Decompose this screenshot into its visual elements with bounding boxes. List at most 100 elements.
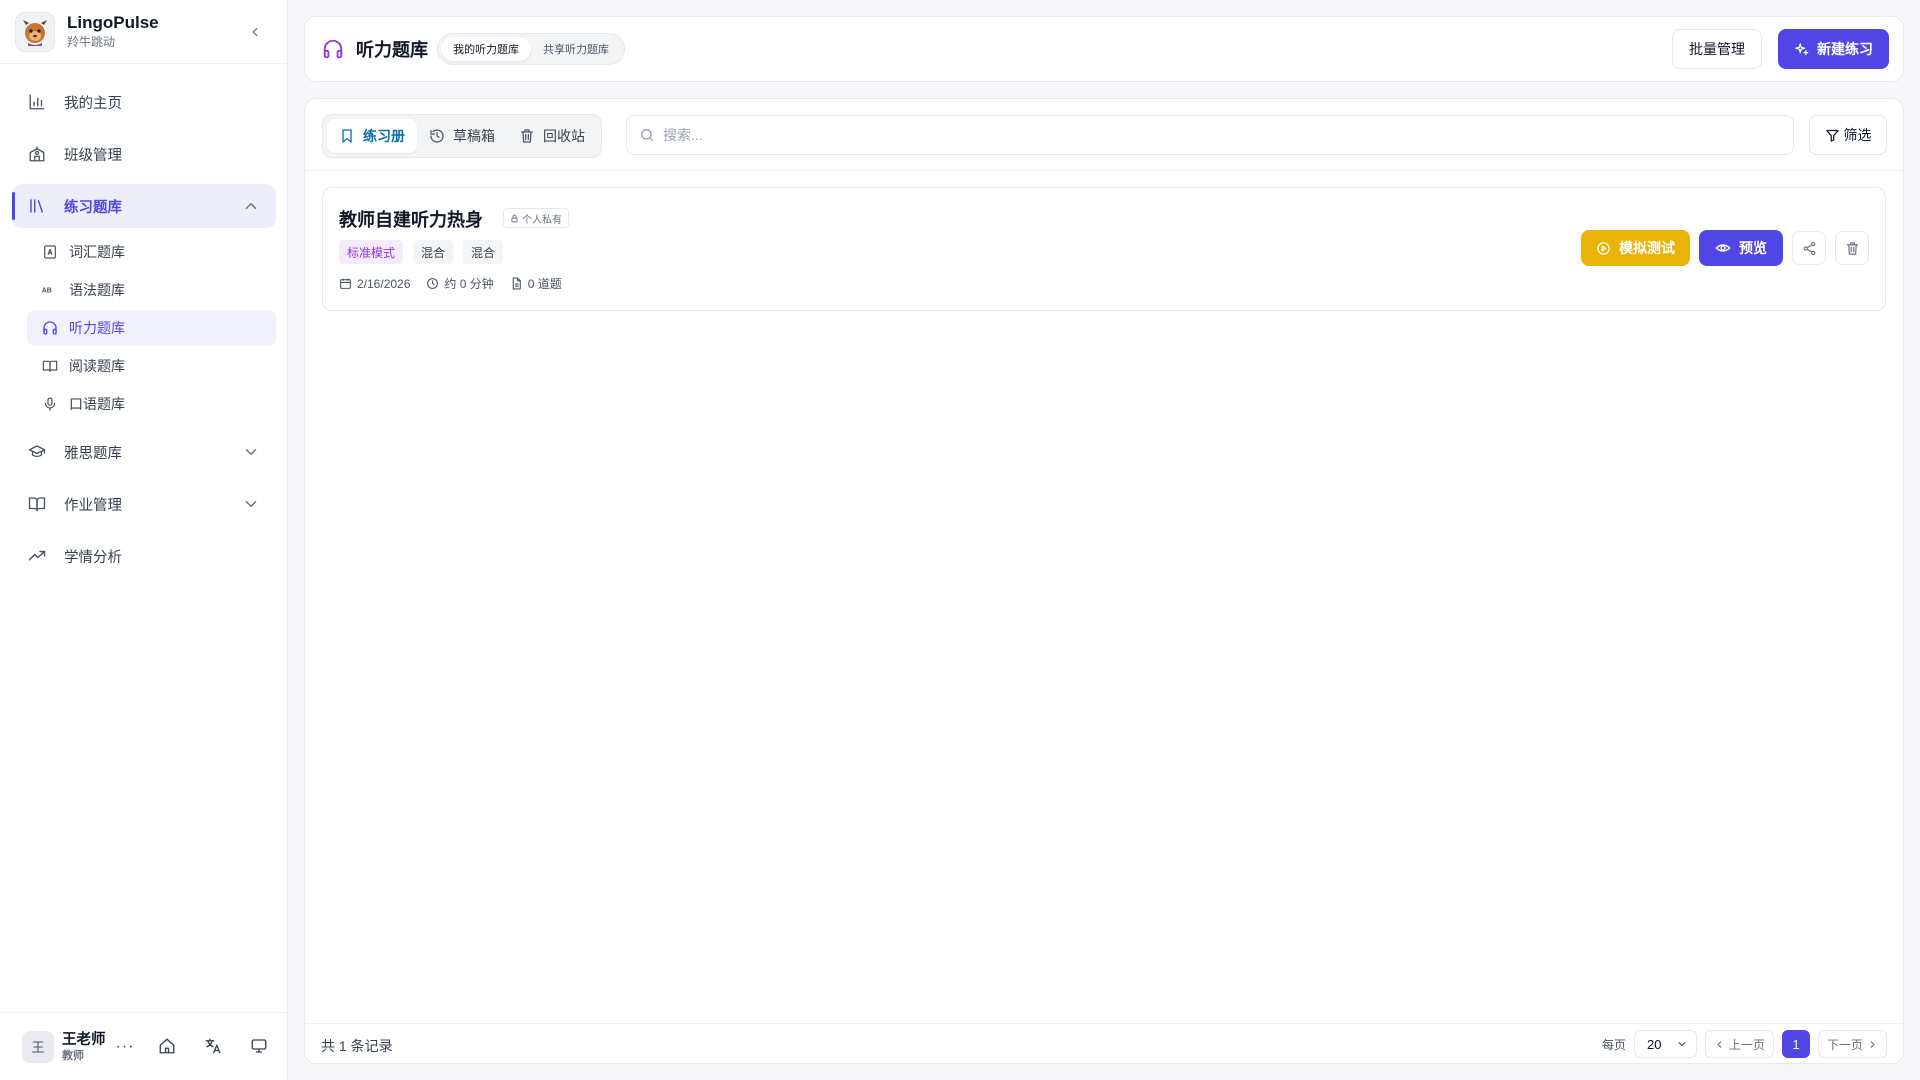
file-text-icon (510, 277, 523, 290)
exercise-meta: 2/16/2026 约 0 分钟 0 道题 (339, 275, 562, 292)
type-tag: 混合 (413, 240, 454, 264)
visibility-badge: 个人私有 (503, 208, 569, 228)
sidebar-item-label: 作业管理 (64, 497, 122, 514)
preview-label: 预览 (1739, 240, 1767, 256)
sparkles-icon (1794, 42, 1809, 57)
exercise-card[interactable]: 教师自建听力热身 个人私有 标准模式 混合 混合 2/16/2026 约 0 分… (322, 187, 1886, 311)
delete-button[interactable] (1835, 231, 1869, 265)
total-records: 共 1 条记录 (321, 1038, 393, 1054)
mode-tag: 标准模式 (339, 240, 404, 264)
lock-icon (510, 214, 519, 223)
page-title: 听力题库 (356, 40, 428, 60)
brand-logo (15, 11, 55, 52)
avatar[interactable]: 王 (22, 1030, 54, 1063)
brand-name: LingoPulse (67, 13, 159, 32)
eye-icon (1715, 240, 1731, 256)
chevron-up-icon (242, 197, 260, 215)
sidebar-subitem-listening[interactable]: 听力题库 (27, 310, 276, 346)
exercise-tags: 标准模式 混合 混合 (339, 240, 504, 264)
search-input[interactable] (663, 127, 1763, 143)
status-tabs: 练习册 草稿箱 回收站 (322, 114, 602, 158)
microphone-icon (41, 395, 59, 413)
sidebar-item-practice-bank[interactable]: 练习题库 (12, 184, 276, 228)
per-page-select[interactable]: 20 (1633, 1030, 1697, 1058)
questions-text: 0 道题 (527, 277, 562, 291)
sidebar-item-analytics[interactable]: 学情分析 (12, 534, 276, 578)
book-open-icon (26, 493, 48, 515)
segment-shared-listening-bank[interactable]: 共享听力题库 (531, 37, 621, 61)
chevron-down-icon (242, 495, 260, 513)
play-circle-icon (1596, 241, 1611, 256)
sidebar-subitem-reading[interactable]: 阅读题库 (27, 348, 276, 384)
prev-page-button[interactable]: 上一页 (1704, 1030, 1774, 1058)
monitor-icon[interactable] (250, 1037, 270, 1057)
sidebar-nav: 我的主页 班级管理 练习题库 词汇题库 AB 语法题库 听力题库 阅读题库 口语… (12, 80, 276, 586)
mock-test-button[interactable]: 模拟测试 (1581, 230, 1690, 266)
sidebar-item-label: 我的主页 (64, 95, 122, 112)
headphones-icon (41, 319, 59, 337)
sidebar-subitem-label: 口语题库 (69, 396, 125, 412)
filter-button[interactable]: 筛选 (1809, 115, 1887, 155)
chevron-down-icon (242, 443, 260, 461)
search-box (626, 115, 1794, 155)
library-icon (26, 195, 48, 217)
pagination: 每页 20 上一页 1 下一页 (1602, 1030, 1887, 1058)
sidebar-item-label: 班级管理 (64, 147, 122, 164)
next-page-button[interactable]: 下一页 (1817, 1030, 1887, 1058)
ab-icon: AB (41, 281, 59, 299)
page-header: 听力题库 我的听力题库 共享听力题库 批量管理 新建练习 (304, 16, 1904, 82)
school-icon (26, 143, 48, 165)
sidebar-item-classes[interactable]: 班级管理 (12, 132, 276, 176)
library-scope-switch: 我的听力题库 共享听力题库 (437, 33, 625, 65)
tab-label: 回收站 (543, 128, 585, 144)
search-icon (639, 127, 655, 143)
calendar-icon (339, 277, 352, 290)
home-icon[interactable] (158, 1037, 178, 1057)
practice-bank-submenu: 词汇题库 AB 语法题库 听力题库 阅读题库 口语题库 (12, 234, 276, 422)
sidebar-subitem-label: 阅读题库 (69, 358, 125, 374)
tab-drafts[interactable]: 草稿箱 (417, 119, 507, 153)
main-panel: 练习册 草稿箱 回收站 搜索... 筛选 教师自建听力热身 个人私有 标准模式 … (304, 98, 1904, 1064)
sidebar-item-homework[interactable]: 作业管理 (12, 482, 276, 526)
history-icon (429, 128, 445, 144)
tab-label: 练习册 (363, 128, 405, 144)
brand-subtitle: 羚牛跳动 (67, 35, 116, 49)
share-button[interactable] (1792, 231, 1826, 265)
sidebar-item-ielts-bank[interactable]: 雅思题库 (12, 430, 276, 474)
translate-icon[interactable] (204, 1037, 224, 1057)
sidebar-item-label: 学情分析 (64, 549, 122, 566)
brand-header: LingoPulse 羚牛跳动 (0, 0, 287, 64)
per-page-value: 20 (1646, 1036, 1662, 1052)
trash-icon (519, 128, 535, 144)
share-icon (1802, 241, 1817, 256)
more-options-button[interactable]: ··· (116, 1038, 135, 1056)
next-page-label: 下一页 (1826, 1037, 1863, 1052)
tab-recycle-bin[interactable]: 回收站 (507, 119, 597, 153)
collapse-sidebar-button[interactable] (245, 22, 265, 42)
tab-exercise-books[interactable]: 练习册 (327, 119, 417, 153)
preview-button[interactable]: 预览 (1699, 230, 1783, 266)
batch-manage-button[interactable]: 批量管理 (1672, 29, 1762, 69)
user-name: 王老师 (62, 1031, 106, 1048)
pagination-footer: 共 1 条记录 每页 20 上一页 1 下一页 (305, 1023, 1903, 1063)
clock-icon (426, 277, 439, 290)
sidebar-subitem-grammar[interactable]: AB 语法题库 (27, 272, 276, 308)
sidebar-item-label: 练习题库 (64, 199, 122, 216)
sidebar-subitem-vocabulary[interactable]: 词汇题库 (27, 234, 276, 270)
per-page-label: 每页 (1601, 1037, 1626, 1052)
trash-icon (1845, 241, 1860, 256)
new-exercise-button[interactable]: 新建练习 (1778, 29, 1889, 69)
sidebar-subitem-speaking[interactable]: 口语题库 (27, 386, 276, 422)
sidebar-subitem-label: 词汇题库 (69, 244, 125, 260)
duration-text: 约 0 分钟 (444, 277, 494, 291)
graduation-cap-icon (26, 441, 48, 463)
sidebar-subitem-label: 听力题库 (69, 320, 125, 336)
page-number-button[interactable]: 1 (1781, 1030, 1810, 1058)
visibility-label: 个人私有 (522, 214, 562, 226)
mock-test-label: 模拟测试 (1619, 240, 1675, 256)
sidebar-item-home[interactable]: 我的主页 (12, 80, 276, 124)
filter-label: 筛选 (1843, 127, 1872, 143)
segment-my-listening-bank[interactable]: 我的听力题库 (441, 37, 531, 61)
date-text: 2/16/2026 (357, 276, 411, 291)
user-role: 教师 (62, 1049, 84, 1062)
